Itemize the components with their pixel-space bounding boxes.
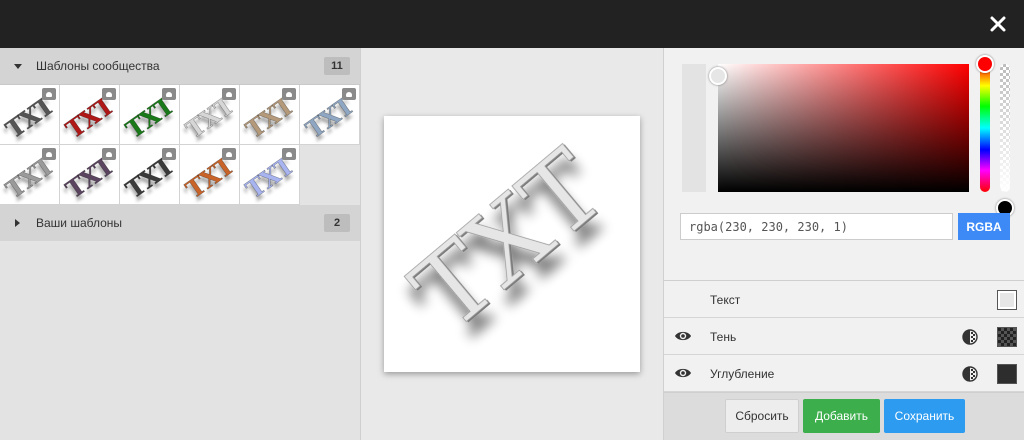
- hue-handle[interactable]: [976, 55, 994, 73]
- preview-canvas: TXT TXT: [384, 116, 640, 372]
- preview-area: TXT TXT: [361, 48, 663, 440]
- template-tile[interactable]: TXT: [0, 145, 60, 205]
- layer-color-swatch[interactable]: [997, 327, 1017, 347]
- layer-color-swatch[interactable]: [997, 364, 1017, 384]
- layer-color-swatch[interactable]: [997, 290, 1017, 310]
- lock-icon: [162, 148, 176, 160]
- dialog-header: [0, 0, 1024, 48]
- hue-slider[interactable]: [976, 55, 994, 192]
- lock-icon: [282, 88, 296, 100]
- lock-icon: [102, 148, 116, 160]
- layer-bevel[interactable]: Углубление: [664, 355, 1024, 392]
- template-tile[interactable]: TXT: [60, 85, 120, 145]
- eye-icon[interactable]: [674, 329, 692, 343]
- style-panel: RGBA Текст Тень Углубление: [663, 48, 1024, 440]
- template-grid: TXT TXT TXT TXT TXT TXT TXT TXT TXT TXT TXT: [0, 84, 360, 205]
- alpha-slider[interactable]: [996, 64, 1014, 217]
- lock-icon: [162, 88, 176, 100]
- templates-panel: Шаблоны сообщества 11 TXT TXT TXT TXT TXT TXT…: [0, 48, 361, 440]
- action-bar: Сбросить Добавить Сохранить: [664, 392, 1024, 440]
- my-templates-header[interactable]: Ваши шаблоны 2: [0, 205, 360, 241]
- template-tile[interactable]: TXT: [240, 85, 300, 145]
- eye-icon[interactable]: [674, 366, 692, 380]
- lock-icon: [282, 148, 296, 160]
- saturation-handle[interactable]: [709, 67, 727, 85]
- save-button[interactable]: Сохранить: [884, 399, 965, 433]
- template-tile[interactable]: TXT: [0, 85, 60, 145]
- template-tile[interactable]: TXT: [300, 85, 360, 145]
- lock-icon: [342, 88, 356, 100]
- blend-mode-icon[interactable]: [962, 329, 978, 345]
- my-templates-count: 2: [324, 214, 350, 232]
- layer-label: Углубление: [710, 367, 775, 381]
- community-templates-count: 11: [324, 57, 350, 75]
- current-color-preview: [682, 64, 706, 192]
- my-templates-label: Ваши шаблоны: [36, 216, 123, 230]
- blend-mode-icon[interactable]: [962, 366, 978, 382]
- layer-label: Тень: [710, 330, 737, 344]
- template-tile[interactable]: TXT: [120, 145, 180, 205]
- layer-list: Текст Тень Углубление: [664, 280, 1024, 392]
- layer-shadow[interactable]: Тень: [664, 318, 1024, 355]
- close-icon[interactable]: [986, 12, 1010, 36]
- community-templates-label: Шаблоны сообщества: [36, 59, 160, 73]
- lock-icon: [222, 148, 236, 160]
- empty-slot: [300, 145, 360, 205]
- template-tile[interactable]: TXT: [60, 145, 120, 205]
- lock-icon: [102, 88, 116, 100]
- layer-text[interactable]: Текст: [664, 281, 1024, 318]
- template-tile[interactable]: TXT: [120, 85, 180, 145]
- template-tile[interactable]: TXT: [240, 145, 300, 205]
- lock-icon: [42, 148, 56, 160]
- lock-icon: [222, 88, 236, 100]
- add-button[interactable]: Добавить: [803, 399, 880, 433]
- chevron-right-icon: [15, 219, 20, 227]
- reset-button[interactable]: Сбросить: [725, 399, 799, 433]
- color-mode-button[interactable]: RGBA: [958, 213, 1010, 240]
- template-tile[interactable]: TXT: [180, 145, 240, 205]
- layer-label: Текст: [710, 293, 741, 307]
- saturation-value-picker[interactable]: [709, 64, 969, 192]
- community-templates-header[interactable]: Шаблоны сообщества 11: [0, 48, 360, 84]
- lock-icon: [42, 88, 56, 100]
- template-tile[interactable]: TXT: [180, 85, 240, 145]
- color-value-input[interactable]: [680, 213, 953, 240]
- chevron-down-icon: [14, 64, 22, 69]
